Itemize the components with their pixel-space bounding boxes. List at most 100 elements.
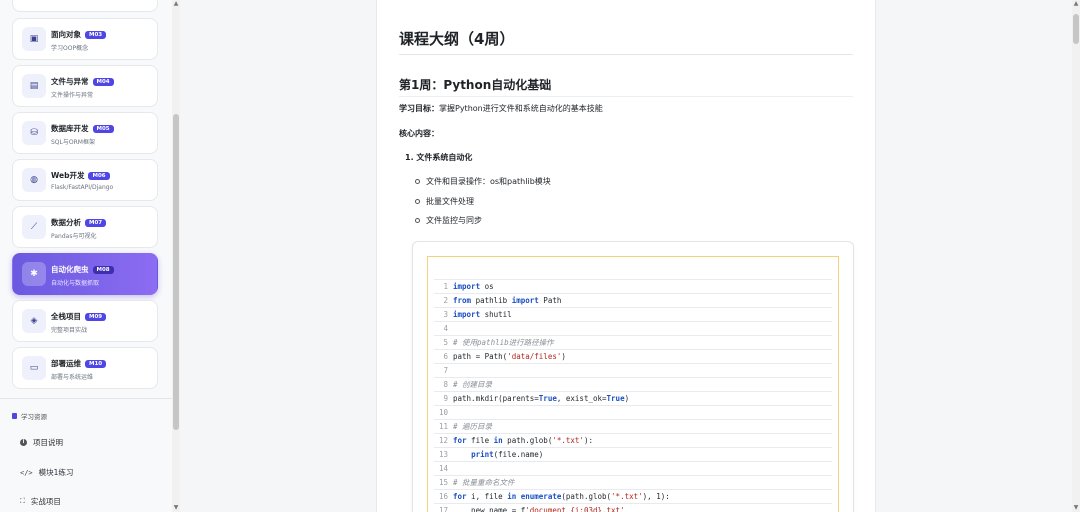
module-subtitle: 文件操作与异常 [51, 92, 94, 99]
code-text: new_name = f'document_{i:03d}.txt' [453, 506, 625, 512]
module-title: 文件与异常 M04 [51, 76, 114, 87]
module-title: 数据库开发 M05 [51, 123, 114, 134]
code-line: 12 for file in path.glob('*.txt'): [434, 433, 832, 447]
resources-header: 学习资源 [12, 411, 47, 421]
code-line: 17 new_name = f'document_{i:03d}.txt' [434, 503, 832, 512]
module-subtitle: 学习OOP概念 [51, 45, 89, 52]
module-badge: M09 [85, 313, 107, 321]
code-line: 8 # 创建目录 [434, 377, 832, 391]
module-icon-box: ⟋ [22, 215, 46, 239]
line-number: 13 [438, 450, 448, 459]
code-text: import os [453, 282, 494, 291]
code-text: import shutil [453, 310, 512, 319]
module-subtitle: Flask/FastAPI/Django [51, 184, 114, 191]
code-line: 5 # 使用pathlib进行路径操作 [434, 335, 832, 349]
module-card-m10[interactable]: ▭ 部署运维 M10 部署与系统运维 [12, 347, 158, 389]
code-text: print(file.name) [471, 450, 544, 459]
line-number: 9 [443, 394, 448, 403]
list-item: 批量文件处理 [415, 196, 474, 207]
code-line: 16 for i, file in enumerate(path.glob('*.… [434, 489, 832, 503]
line-number: 10 [438, 408, 448, 417]
goal-label: 学习目标： [399, 104, 439, 113]
code-line: 6 path = Path('data/files') [434, 349, 832, 363]
module-icon-box: ◍ [22, 168, 46, 192]
module-card-m03[interactable]: ▣ 面向对象 M03 学习OOP概念 [12, 18, 158, 60]
module-title: 自动化爬虫 M08 [51, 264, 114, 275]
resources-header-label: 学习资源 [21, 413, 47, 421]
module-subtitle: 完整项目实战 [51, 327, 88, 334]
code-text: for file in path.glob('*.txt'): [453, 436, 593, 445]
resource-item-module1-exercise[interactable]: </> 模块1练习 [20, 467, 73, 478]
resource-item-practice-project[interactable]: ⛶ 实战项目 [20, 496, 61, 507]
code-text: # 批量重命名文件 [453, 478, 515, 487]
code-line: 7 [434, 363, 832, 377]
scroll-up-icon[interactable]: ▲ [1072, 0, 1080, 8]
core-label: 核心内容： [399, 129, 439, 138]
content-panel: 课程大纲（4周） 第1周：Python自动化基础 学习目标：掌握Python进行… [376, 0, 876, 512]
bullet-icon [415, 179, 420, 184]
main-scrollbar[interactable]: ▲ ▼ [1072, 0, 1080, 512]
module-title-text: 面向对象 [51, 30, 81, 39]
module-card-m06[interactable]: ◍ Web开发 M06 Flask/FastAPI/Django [12, 159, 158, 201]
module-icon-box: ▭ [22, 356, 46, 380]
main-scroll-thumb[interactable] [1073, 14, 1079, 44]
chart-icon: ⟋ [30, 222, 38, 232]
line-number: 14 [438, 464, 448, 473]
code-line: 9 path.mkdir(parents=True, exist_ok=True) [434, 391, 832, 405]
line-number: 11 [438, 422, 448, 431]
module-title-text: Web开发 [51, 171, 85, 180]
object-icon: ▣ [29, 34, 39, 44]
module-card-m08[interactable]: ✱ 自动化爬虫 M08 自动化与数据抓取 [12, 253, 158, 295]
section-number: 1. [405, 153, 414, 162]
line-number: 5 [443, 338, 448, 347]
list-item: 文件和目录操作：os和pathlib模块 [415, 176, 551, 187]
code-lines: 1 import os 2 from pathlib import Path 3 impo… [434, 279, 832, 512]
module-card-m07[interactable]: ⟋ 数据分析 M07 Pandas与可视化 [12, 206, 158, 248]
code-text: for i, file in enumerate(path.glob('*.tx… [453, 492, 670, 501]
line-number: 15 [438, 478, 448, 487]
scroll-down-icon[interactable]: ▼ [172, 504, 180, 512]
module-icon-box: ▣ [22, 27, 46, 51]
module-badge: M07 [85, 219, 107, 227]
scroll-down-icon[interactable]: ▼ [1072, 504, 1080, 512]
module-title-text: 数据库开发 [51, 124, 89, 133]
layers-icon: ◈ [30, 316, 38, 326]
code-text: from pathlib import Path [453, 296, 562, 305]
line-number: 7 [443, 366, 448, 375]
scroll-up-icon[interactable]: ▲ [172, 0, 180, 8]
code-text: path.mkdir(parents=True, exist_ok=True) [453, 394, 630, 403]
module-icon-box: ▤ [22, 74, 46, 98]
module-card-m04[interactable]: ▤ 文件与异常 M04 文件操作与异常 [12, 65, 158, 107]
title-divider [399, 54, 853, 55]
code-line: 2 from pathlib import Path [434, 293, 832, 307]
module-card-partial[interactable] [12, 0, 158, 12]
line-number: 2 [443, 296, 448, 305]
module-card-m09[interactable]: ◈ 全栈项目 M09 完整项目实战 [12, 300, 158, 342]
bullet-icon [415, 218, 420, 223]
database-icon: ⛁ [30, 128, 38, 138]
code-text: # 使用pathlib进行路径操作 [453, 338, 554, 347]
resource-item-project-info[interactable]: i 项目说明 [20, 437, 63, 448]
section-title: 文件系统自动化 [416, 153, 473, 162]
module-badge: M10 [85, 360, 107, 368]
code-line: 4 [434, 321, 832, 335]
week-divider [399, 96, 853, 97]
line-number: 16 [438, 492, 448, 501]
code-text: # 遍历目录 [453, 422, 493, 431]
module-title: 部署运维 M10 [51, 358, 107, 369]
module-title-text: 全栈项目 [51, 312, 81, 321]
sidebar-scrollbar[interactable]: ▲ ▼ [172, 0, 180, 512]
module-title-text: 数据分析 [51, 218, 81, 227]
page-title: 课程大纲（4周） [399, 30, 515, 48]
sidebar: ▣ 面向对象 M03 学习OOP概念 ▤ 文件与异常 M04 文件操作与异常 ⛁ 数据库开发 M05… [0, 0, 172, 512]
line-number: 12 [438, 436, 448, 445]
module-card-m05[interactable]: ⛁ 数据库开发 M05 SQL与ORM框架 [12, 112, 158, 154]
module-icon-box: ✱ [22, 262, 46, 286]
code-icon: </> [20, 468, 33, 477]
line-number: 4 [443, 324, 448, 333]
server-icon: ▭ [29, 363, 39, 373]
code-line: 15 # 批量重命名文件 [434, 475, 832, 489]
module-subtitle: Pandas与可视化 [51, 233, 97, 240]
sidebar-scroll-thumb[interactable] [173, 114, 179, 430]
module-title-text: 部署运维 [51, 359, 81, 368]
